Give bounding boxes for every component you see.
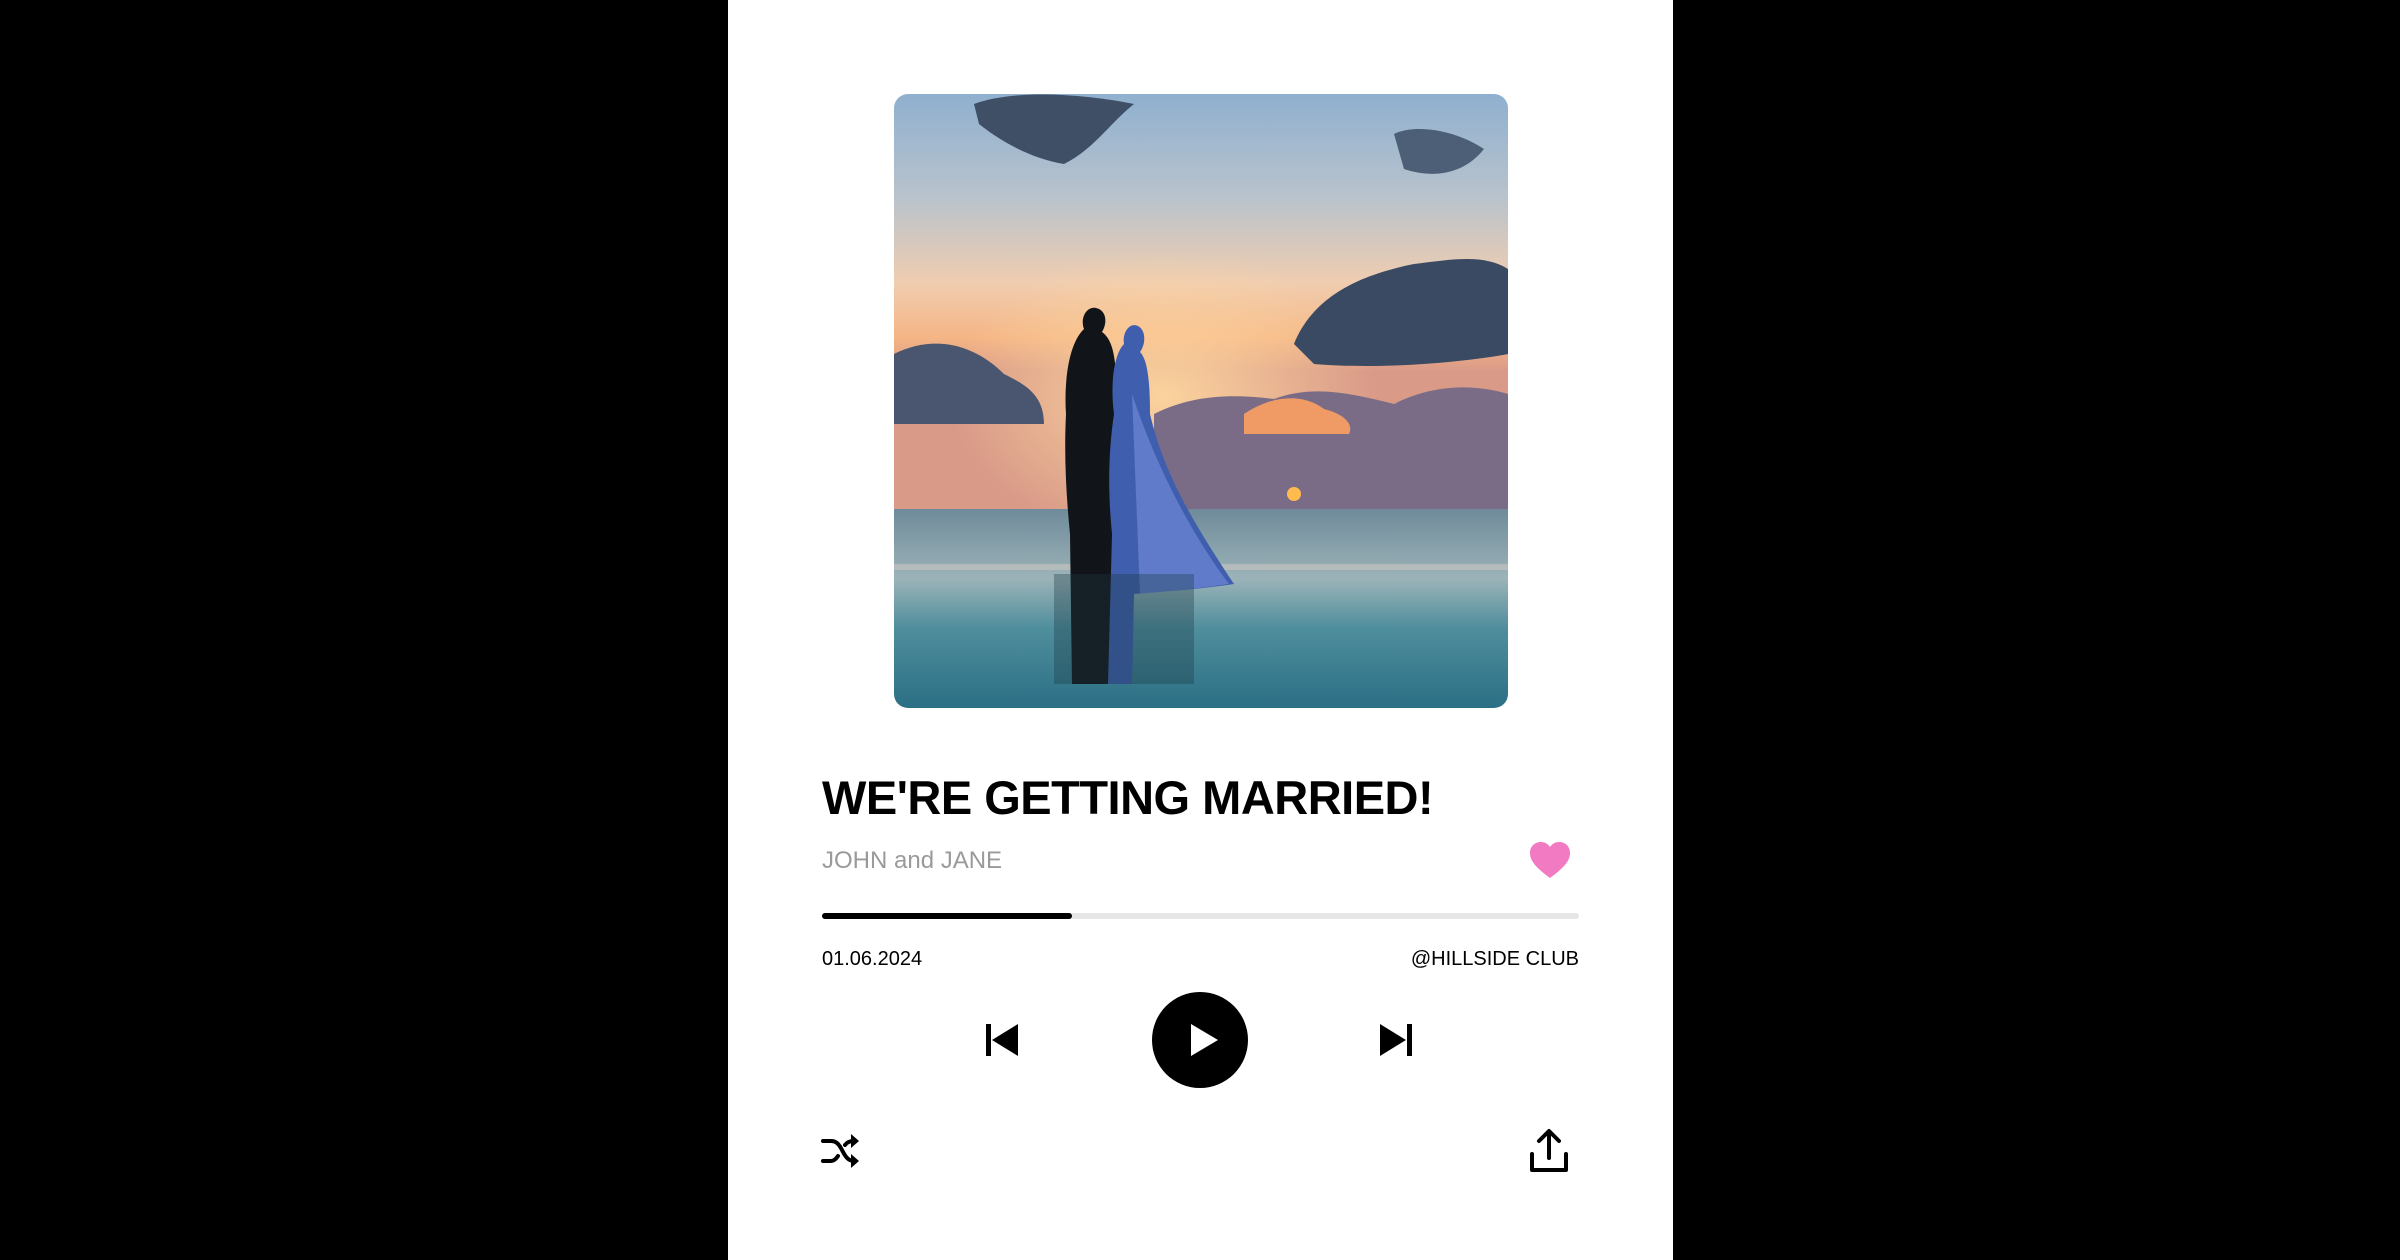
music-player-card: WE'RE GETTING MARRIED! JOHN and JANE 01.… <box>728 0 1673 1260</box>
progress-bar[interactable] <box>822 913 1579 919</box>
next-button[interactable] <box>1376 1020 1416 1060</box>
artist-name: JOHN and JANE <box>822 847 1003 874</box>
event-venue: @HILLSIDE CLUB <box>1410 948 1579 970</box>
shuffle-button[interactable] <box>820 1130 862 1172</box>
skip-previous-icon <box>986 1024 1018 1056</box>
event-date: 01.06.2024 <box>822 948 923 970</box>
previous-button[interactable] <box>982 1020 1022 1060</box>
sunset-couple-photo <box>894 94 1508 708</box>
shuffle-icon <box>821 1134 859 1168</box>
play-icon <box>1191 1024 1218 1056</box>
play-button[interactable] <box>1152 992 1248 1088</box>
album-artwork <box>894 94 1508 708</box>
progress-fill <box>822 913 1072 919</box>
skip-next-icon <box>1380 1024 1412 1056</box>
share-button[interactable] <box>1528 1128 1570 1174</box>
share-upload-icon <box>1530 1129 1568 1172</box>
song-title: WE'RE GETTING MARRIED! <box>822 771 1434 824</box>
like-button[interactable] <box>1528 840 1572 880</box>
heart-icon <box>1530 842 1570 878</box>
